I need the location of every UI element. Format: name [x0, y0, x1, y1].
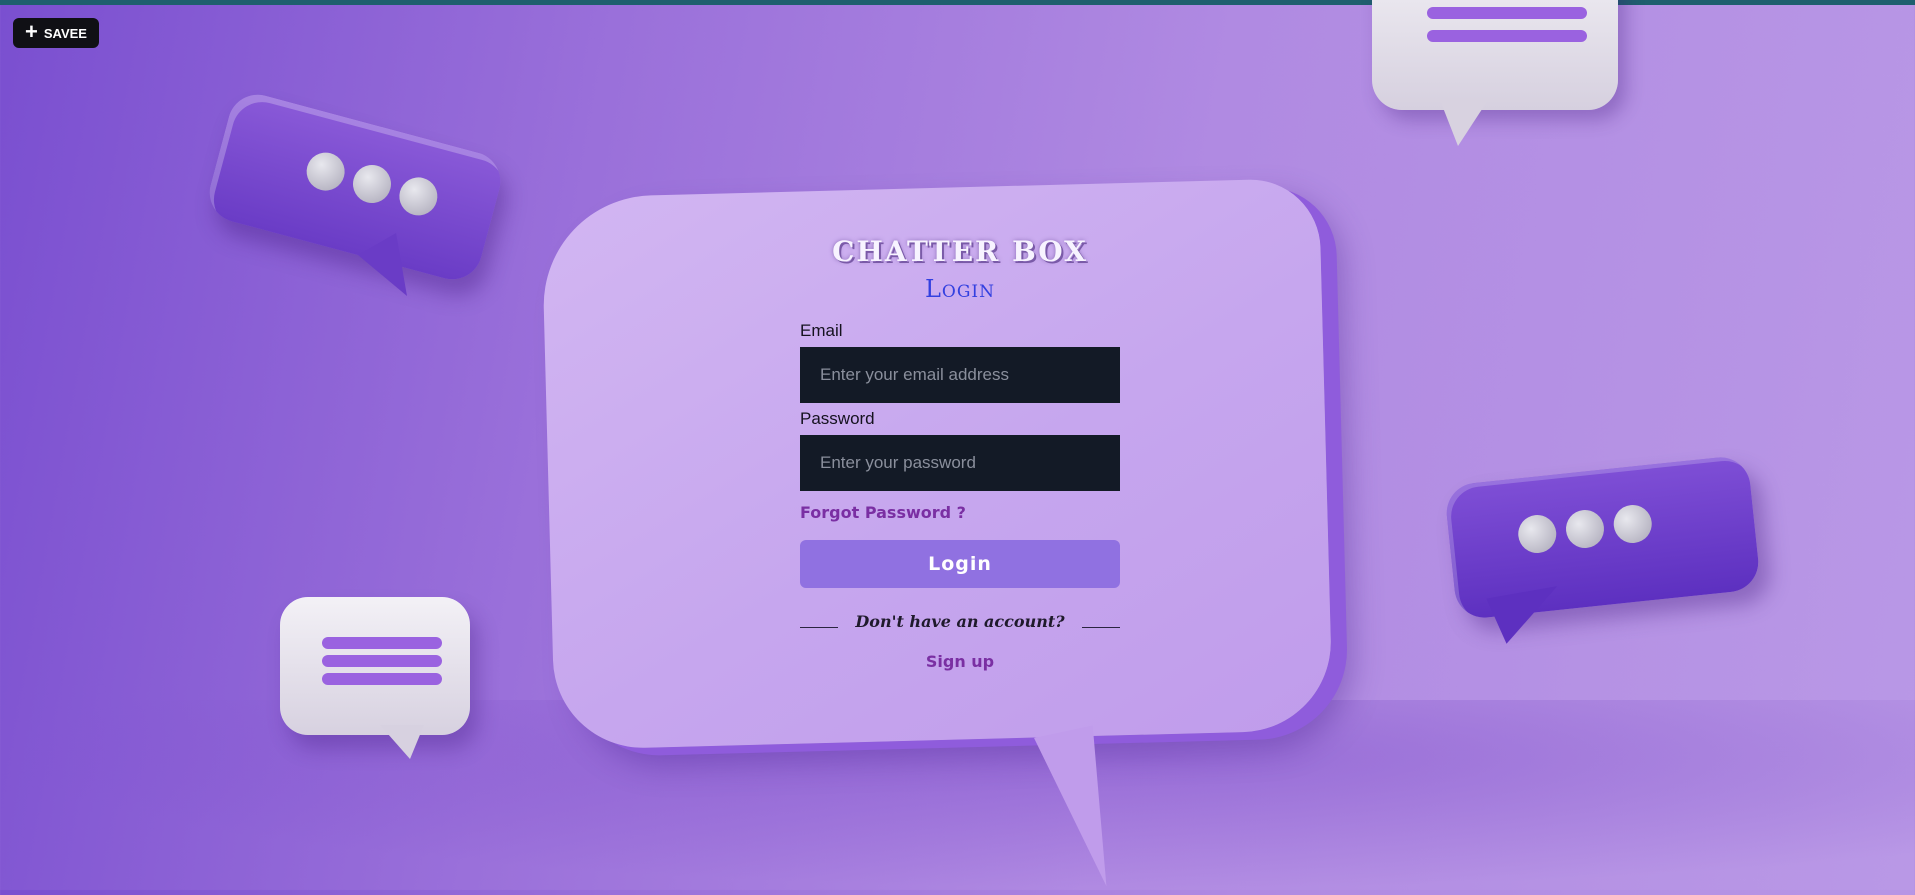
divider-line	[1082, 626, 1120, 628]
plus-icon: +	[25, 19, 38, 44]
email-input[interactable]	[800, 347, 1120, 403]
dot	[1516, 513, 1559, 555]
text-line	[322, 637, 442, 649]
page-heading: Login	[924, 275, 996, 303]
savee-button[interactable]: + SAVEE	[13, 18, 99, 48]
password-input[interactable]	[800, 435, 1120, 491]
password-label: Password	[800, 409, 875, 428]
dot	[1564, 508, 1606, 550]
text-line	[1427, 7, 1587, 19]
text-line	[322, 673, 442, 685]
login-form: CHATTER BOX Login Email Password Forgot …	[800, 235, 1120, 674]
savee-label: SAVEE	[43, 25, 87, 41]
decorative-white-bubble-left	[280, 597, 470, 735]
top-strip	[0, 0, 1915, 5]
signup-link[interactable]: Sign up	[800, 652, 1120, 674]
login-button[interactable]: Login	[800, 540, 1120, 588]
text-line	[322, 655, 442, 667]
signup-divider: Don't have an account?	[800, 610, 1120, 632]
no-account-text: Don't have an account?	[855, 611, 1065, 631]
decorative-white-bubble-top	[1372, 0, 1618, 110]
forgot-password-link[interactable]: Forgot Password ?	[800, 503, 1120, 525]
email-label: Email	[800, 321, 843, 340]
text-line	[1427, 30, 1587, 42]
app-title: CHATTER BOX	[832, 235, 1088, 268]
dot	[1611, 503, 1654, 545]
divider-line	[800, 626, 838, 628]
decorative-bubble-tail	[1440, 100, 1488, 146]
decorative-bubble-tail	[380, 725, 424, 759]
